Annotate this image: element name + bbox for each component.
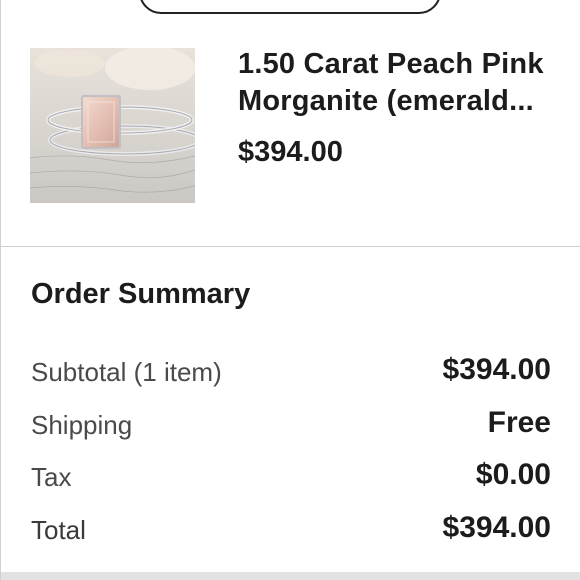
shipping-row: Shipping Free xyxy=(31,404,551,444)
product-info: 1.50 Carat Peach Pink Morganite (emerald… xyxy=(238,46,568,169)
total-label: Total xyxy=(31,515,86,545)
order-summary-title: Order Summary xyxy=(31,278,251,310)
tax-label: Tax xyxy=(31,462,72,492)
product-title[interactable]: 1.50 Carat Peach Pink Morganite (emerald… xyxy=(238,46,568,120)
shipping-label: Shipping xyxy=(31,410,133,440)
tax-value: $0.00 xyxy=(475,458,551,491)
product-image[interactable] xyxy=(30,48,195,203)
product-title-line-1: 1.50 Carat Peach Pink xyxy=(238,48,544,80)
order-summary: Order Summary Subtotal (1 item) $394.00 … xyxy=(1,247,580,580)
total-row: Total $394.00 xyxy=(31,509,551,549)
total-value: $394.00 xyxy=(442,511,551,544)
subtotal-row: Subtotal (1 item) $394.00 xyxy=(31,351,551,391)
bottom-bar xyxy=(1,572,580,580)
subtotal-label: Subtotal (1 item) xyxy=(31,357,222,387)
cart-item[interactable]: 1.50 Carat Peach Pink Morganite (emerald… xyxy=(1,46,580,246)
ring-photo xyxy=(30,48,195,203)
top-action-button[interactable] xyxy=(139,0,441,14)
checkout-page: 1.50 Carat Peach Pink Morganite (emerald… xyxy=(0,0,580,580)
shipping-value: Free xyxy=(487,406,551,439)
product-title-line-2: Morganite (emerald... xyxy=(238,85,534,117)
tax-row: Tax $0.00 xyxy=(31,456,551,496)
subtotal-value: $394.00 xyxy=(442,353,551,386)
product-price: $394.00 xyxy=(238,136,343,168)
